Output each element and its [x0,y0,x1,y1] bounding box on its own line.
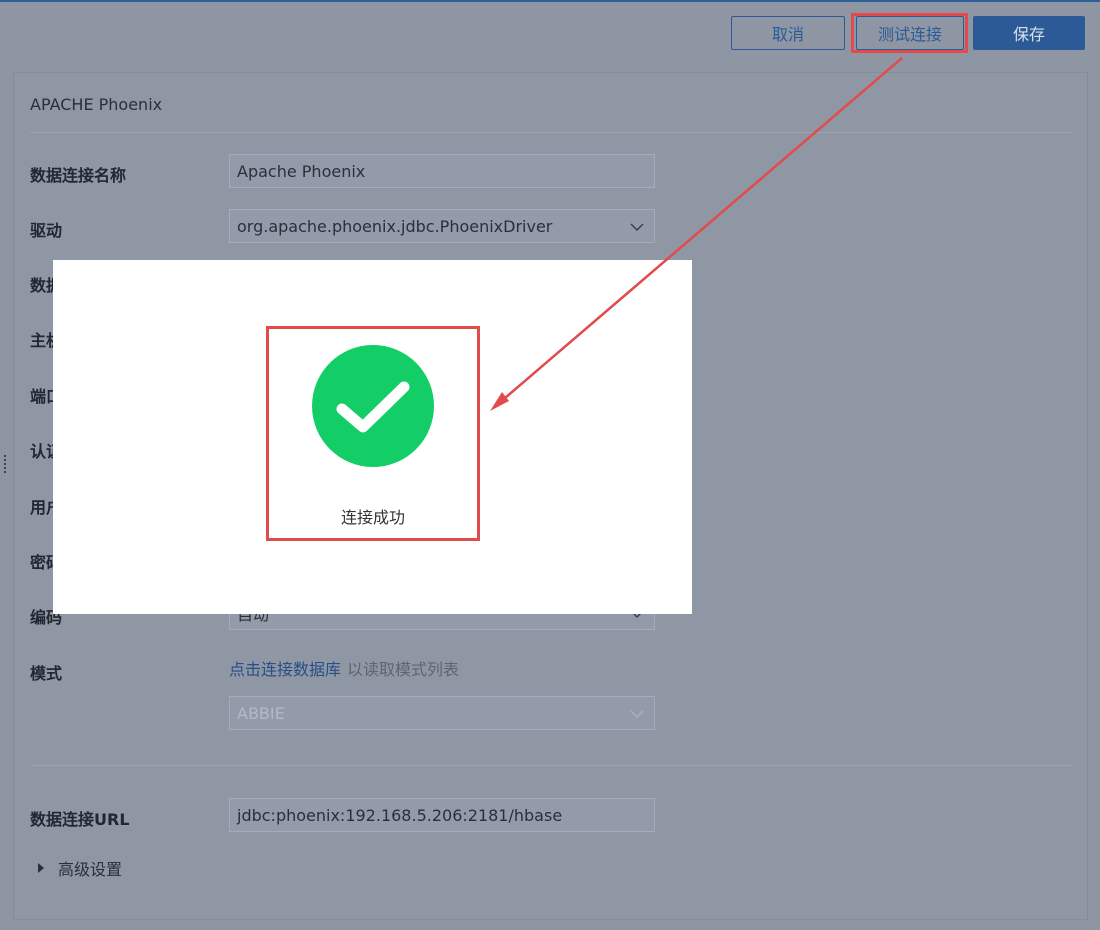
driver-value: org.apache.phoenix.jdbc.PhoenixDriver [237,216,553,236]
mode-hint: 点击连接数据库 以读取模式列表 [229,656,459,680]
success-message: 连接成功 [340,508,405,527]
test-button-highlight [851,13,968,53]
divider [30,132,1072,133]
mode-label: 模式 [30,664,63,683]
success-highlight: 连接成功 [266,326,480,541]
chevron-down-icon [630,710,644,719]
connection-name-value: Apache Phoenix [237,161,366,181]
mode-hint-text: 以读取模式列表 [347,660,460,679]
connect-database-link[interactable]: 点击连接数据库 [229,660,341,679]
drag-handle[interactable] [4,455,10,475]
advanced-settings-toggle[interactable]: 高级设置 [38,856,122,880]
divider [30,765,1072,766]
advanced-settings-label: 高级设置 [58,860,123,879]
mode-select[interactable]: ABBIE [229,696,655,730]
url-input[interactable]: jdbc:phoenix:192.168.5.206:2181/hbase [229,798,655,832]
save-button[interactable]: 保存 [973,16,1085,50]
panel-title: APACHE Phoenix [30,95,163,114]
url-label: 数据连接URL [30,810,130,829]
caret-right-icon [38,863,44,873]
check-circle-icon [312,345,434,467]
driver-select[interactable]: org.apache.phoenix.jdbc.PhoenixDriver [229,209,655,243]
mode-value: ABBIE [237,703,285,723]
driver-label: 驱动 [30,221,63,240]
connection-name-label: 数据连接名称 [30,166,127,185]
chevron-down-icon [630,223,644,232]
url-value: jdbc:phoenix:192.168.5.206:2181/hbase [237,805,563,825]
connection-name-input[interactable]: Apache Phoenix [229,154,655,188]
cancel-button[interactable]: 取消 [731,16,845,50]
success-dialog: 连接成功 [53,260,692,614]
